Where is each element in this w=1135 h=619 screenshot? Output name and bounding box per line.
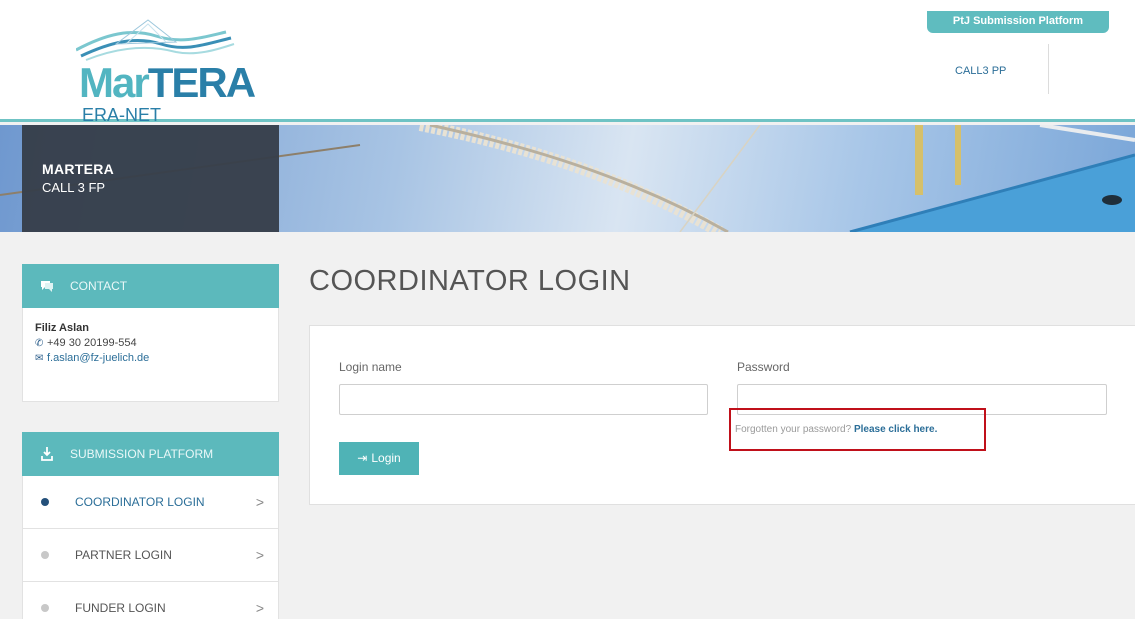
login-name-label: Login name [339, 360, 402, 374]
chevron-right-icon: > [255, 494, 264, 510]
forgot-password-text: Forgotten your password? [735, 424, 852, 435]
contact-body: Filiz Aslan ✆ +49 30 20199-554 ✉ f.aslan@f… [22, 308, 279, 402]
menu-item-coordinator-login[interactable]: COORDINATOR LOGIN > [22, 476, 279, 529]
forgot-password-link[interactable]: Please click here. [854, 424, 937, 435]
banner-title: MARTERA [42, 161, 115, 177]
page-title: COORDINATOR LOGIN [309, 265, 631, 297]
forgot-password-row: Forgotten your password? Please click he… [735, 424, 937, 435]
inactive-dot-icon [41, 551, 49, 559]
phone-icon: ✆ [35, 338, 44, 349]
password-label: Password [737, 360, 790, 374]
banner-subtitle: CALL 3 FP [42, 180, 106, 195]
contact-email[interactable]: f.aslan@fz-juelich.de [47, 352, 149, 364]
submission-header: SUBMISSION PLATFORM [22, 432, 279, 476]
platform-tab[interactable]: PtJ Submission Platform [927, 11, 1109, 33]
envelope-icon: ✉ [35, 353, 44, 364]
submission-heading: SUBMISSION PLATFORM [70, 447, 214, 461]
menu-item-partner-login[interactable]: PARTNER LOGIN > [22, 529, 279, 582]
site-header: MarTERA ERA-NET COFUND PtJ Submission Pl… [0, 0, 1135, 142]
contact-phone-row: ✆ +49 30 20199-554 [35, 337, 278, 349]
sign-in-icon: ⇥ [357, 451, 368, 465]
logo-wordmark-tera: TERA [147, 59, 256, 106]
chevron-right-icon: > [255, 547, 264, 563]
logo-wordmark: MarTERA [79, 59, 256, 106]
menu-item-funder-login[interactable]: FUNDER LOGIN > [22, 582, 279, 619]
contact-header: CONTACT [22, 264, 279, 308]
active-dot-icon [41, 498, 49, 506]
martera-logo[interactable]: MarTERA ERA-NET COFUND [76, 14, 256, 142]
contact-card: CONTACT Filiz Aslan ✆ +49 30 20199-554 ✉ f… [22, 264, 279, 402]
call-link[interactable]: CALL3 PP [955, 65, 1006, 77]
download-icon [36, 432, 58, 476]
inactive-dot-icon [41, 604, 49, 612]
header-divider [1048, 44, 1049, 94]
logo-wordmark-mar: Mar [79, 59, 150, 106]
login-button-label: Login [371, 451, 401, 465]
password-input[interactable] [737, 384, 1107, 415]
menu-item-label: PARTNER LOGIN [75, 548, 172, 562]
contact-email-row: ✉ f.aslan@fz-juelich.de [35, 352, 278, 364]
contact-name: Filiz Aslan [35, 322, 89, 334]
contact-heading: CONTACT [70, 279, 128, 293]
login-button[interactable]: ⇥ Login [339, 442, 419, 475]
wave-logo-graphic [76, 19, 235, 61]
login-panel [309, 325, 1135, 505]
menu-item-label: COORDINATOR LOGIN [75, 495, 205, 509]
chat-bubble-icon [36, 264, 58, 308]
hero-banner: MARTERA CALL 3 FP [0, 125, 1135, 232]
banner-title-box: MARTERA CALL 3 FP [22, 125, 279, 232]
contact-phone: +49 30 20199-554 [47, 337, 137, 349]
submission-card: SUBMISSION PLATFORM COORDINATOR LOGIN > … [22, 432, 279, 619]
chevron-right-icon: > [255, 600, 264, 616]
login-name-input[interactable] [339, 384, 708, 415]
menu-item-label: FUNDER LOGIN [75, 601, 166, 615]
